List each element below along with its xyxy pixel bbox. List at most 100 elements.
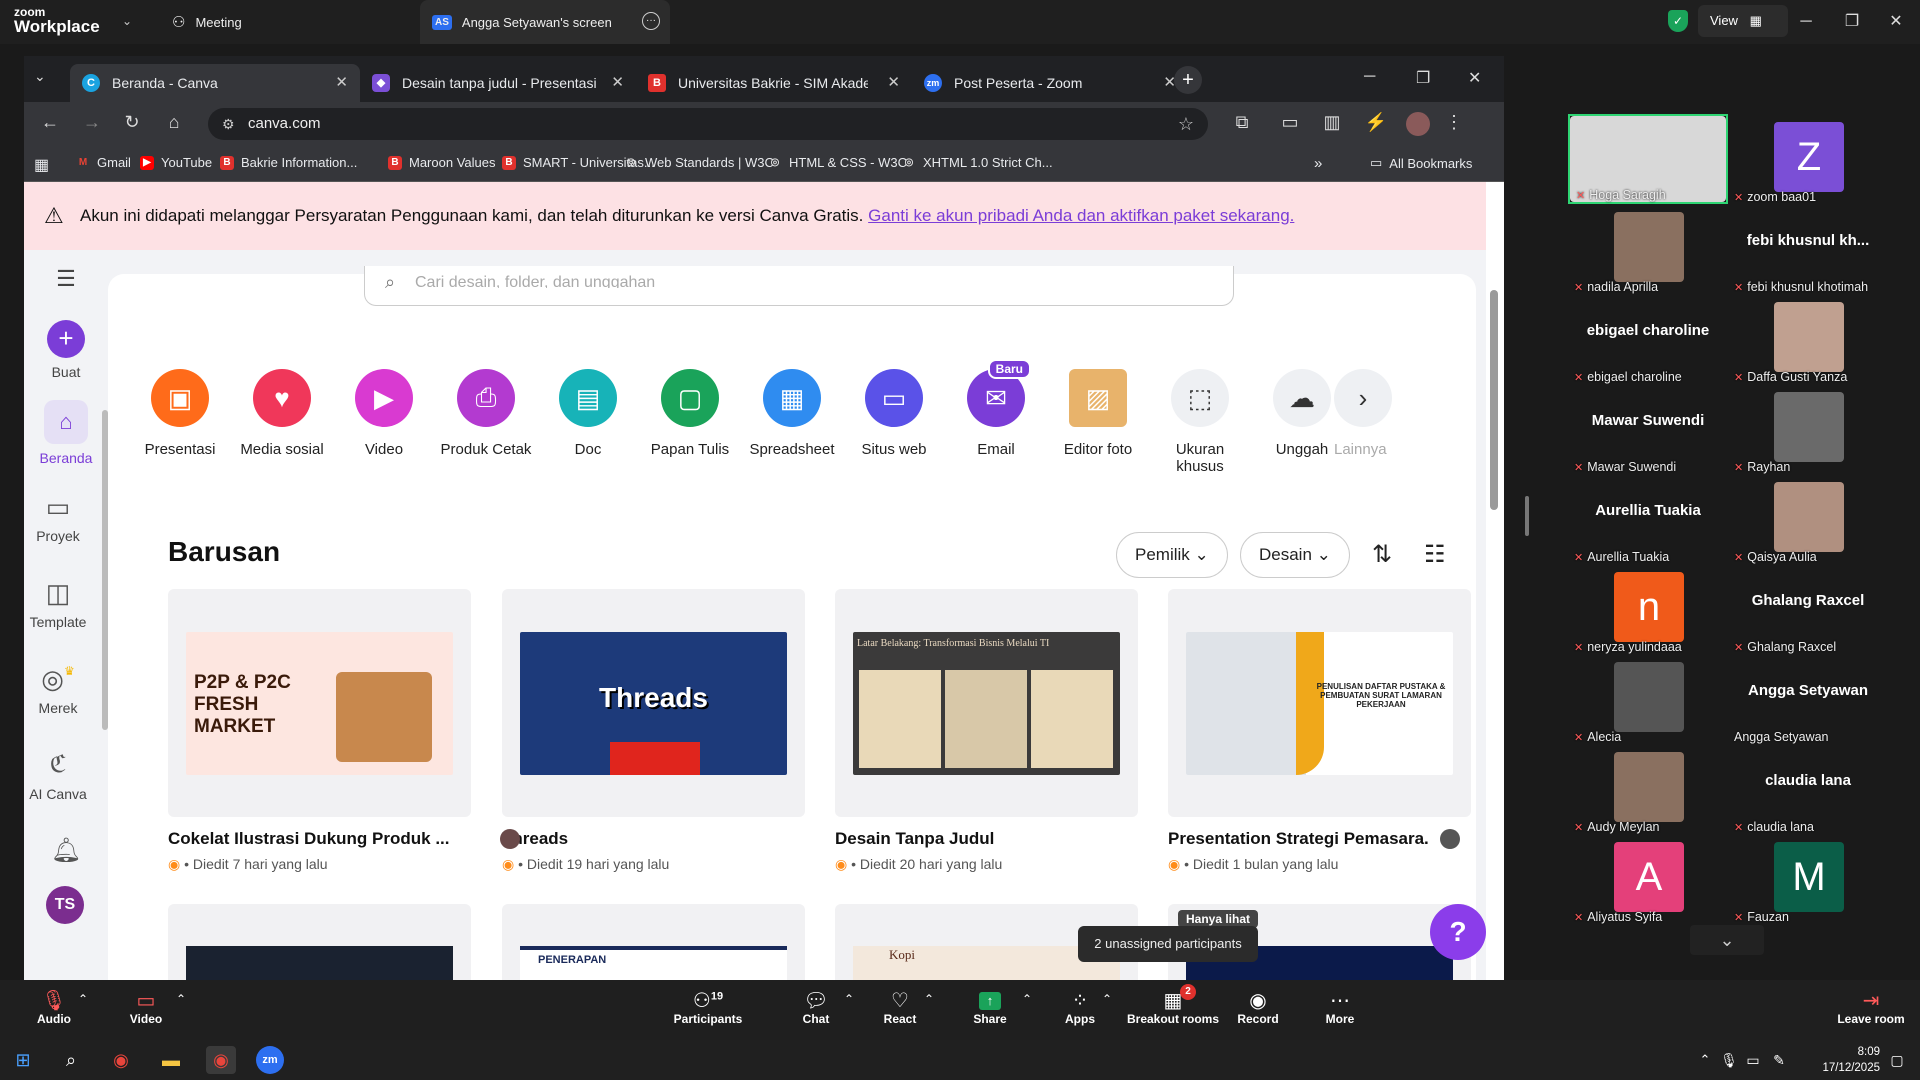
react-options-chevron-icon[interactable]: ⌃ — [924, 992, 934, 1006]
browser-tab-1[interactable]: ◆ Desain tanpa judul - Presentasi ✕ — [360, 64, 636, 102]
restore-icon[interactable]: ❐ — [1416, 68, 1430, 88]
participant-tile[interactable]: Aurellia Tuakia ✕ Aurellia Tuakia — [1568, 474, 1728, 564]
back-icon[interactable]: ← — [38, 112, 62, 133]
design-card-title[interactable]: Presentation Strategi Pemasara... — [1168, 829, 1428, 849]
search-icon[interactable]: ⌕ — [56, 1046, 86, 1074]
share-button[interactable]: ↑ Share — [972, 988, 1008, 1026]
participant-tile[interactable]: A ✕ Aliyatus Syifa — [1568, 834, 1728, 924]
category-photo-editor[interactable]: ▨ Editor foto — [1048, 369, 1148, 458]
design-card-5[interactable]: PENERAPAN — [502, 904, 805, 980]
windows-start-icon[interactable]: ⊞ — [8, 1046, 38, 1074]
close-tab-icon[interactable]: ✕ — [887, 73, 900, 91]
sidebar-item-ai[interactable]: ℭ AI Canva — [24, 750, 100, 802]
banner-link[interactable]: Ganti ke akun pribadi Anda dan aktifkan … — [868, 206, 1294, 225]
audio-button[interactable]: 🎙︎ Audio — [32, 988, 76, 1026]
browser-tab-3[interactable]: zm Post Peserta - Zoom ✕ — [912, 64, 1188, 102]
apps-grid-icon[interactable]: ▦ — [34, 155, 49, 175]
participant-tile[interactable]: Angga Setyawan Angga Setyawan — [1728, 654, 1888, 744]
sidebar-item-create[interactable]: + Buat — [24, 320, 108, 380]
cast-icon[interactable]: ▭ — [1278, 112, 1302, 133]
owner-filter[interactable]: Pemilik ⌄ — [1116, 532, 1228, 578]
participant-tile[interactable]: M ✕ Fauzan — [1728, 834, 1888, 924]
more-button[interactable]: ⋯ More — [1322, 988, 1358, 1026]
sidepanel-icon[interactable]: ▥ — [1320, 112, 1344, 133]
participant-tile[interactable]: ✕ Alecia — [1568, 654, 1728, 744]
participant-tile[interactable]: Mawar Suwendi ✕ Mawar Suwendi — [1568, 384, 1728, 474]
site-info-icon[interactable]: ⚙ — [222, 108, 235, 140]
design-card-3[interactable]: PENULISAN DAFTAR PUSTAKA & PEMBUATAN SUR… — [1168, 589, 1471, 817]
audio-options-chevron-icon[interactable]: ⌃ — [78, 992, 88, 1006]
bookmark-star-icon[interactable]: ☆ — [1178, 108, 1194, 140]
new-tab-icon[interactable]: + — [1174, 66, 1202, 94]
design-card-2[interactable]: Latar Belakang: Transformasi Bisnis Mela… — [835, 589, 1138, 817]
category-social-media[interactable]: ♥ Media sosial — [232, 369, 332, 458]
pen-icon[interactable]: ✎ — [1764, 1046, 1794, 1074]
more-bookmarks-icon[interactable]: » — [1314, 155, 1322, 172]
design-card-title[interactable]: Desain Tanpa Judul — [835, 829, 1138, 849]
participant-tile[interactable]: ✕ Rayhan — [1728, 384, 1888, 474]
design-card-title[interactable]: Threads — [502, 829, 805, 849]
design-card-1[interactable]: Threads — [502, 589, 805, 817]
close-icon[interactable]: ✕ — [1468, 68, 1481, 88]
category-spreadsheet[interactable]: ▦ Spreadsheet — [742, 369, 842, 458]
chat-options-chevron-icon[interactable]: ⌃ — [844, 992, 854, 1006]
category-more[interactable]: › Lainnya — [1334, 369, 1392, 458]
participants-button[interactable]: ⚇19 Participants — [668, 988, 748, 1026]
tab-meeting[interactable]: ⚇ Meeting — [168, 0, 408, 44]
close-tab-icon[interactable]: ✕ — [611, 73, 624, 91]
participant-tile[interactable]: ebigael charoline ✕ ebigael charoline — [1568, 294, 1728, 384]
participant-tile[interactable]: ✕ Daffa Gusti Yanza — [1728, 294, 1888, 384]
chrome-active-icon[interactable]: ◉ — [206, 1046, 236, 1074]
bookmark-7[interactable]: ◎ XHTML 1.0 Strict Ch... — [902, 155, 1053, 170]
sidebar-item-templates[interactable]: ◫ Template — [24, 578, 100, 630]
video-button[interactable]: ▭ Video — [124, 988, 168, 1026]
design-card-title[interactable]: Cokelat Ilustrasi Dukung Produk ... — [168, 829, 471, 849]
video-options-chevron-icon[interactable]: ⌃ — [176, 992, 186, 1006]
zoom-app-icon[interactable]: zm — [256, 1046, 284, 1074]
chevron-down-icon[interactable]: ⌄ — [122, 14, 132, 28]
apps-button[interactable]: ⁘ Apps — [1062, 988, 1098, 1026]
share-options-chevron-icon[interactable]: ⌃ — [1022, 992, 1032, 1006]
participant-tile[interactable]: ✕ Audy Meylan — [1568, 744, 1728, 834]
url-input[interactable]: ⚙ canva.com ☆ — [208, 108, 1208, 140]
tab-shared-screen[interactable]: AS Angga Setyawan's screen ··· — [420, 0, 670, 44]
chrome-icon[interactable]: ◉ — [106, 1046, 136, 1074]
type-filter[interactable]: Desain ⌄ — [1240, 532, 1350, 578]
home-icon[interactable]: ⌂ — [162, 112, 186, 133]
browser-tab-2[interactable]: B Universitas Bakrie - SIM Akadem ✕ — [636, 64, 912, 102]
bookmark-3[interactable]: B Maroon Values — [388, 155, 495, 170]
sidebar-item-projects[interactable]: ▭ Proyek — [24, 492, 100, 544]
browser-tab-0[interactable]: C Beranda - Canva ✕ — [70, 64, 360, 102]
apps-options-chevron-icon[interactable]: ⌃ — [1102, 992, 1112, 1006]
participant-tile[interactable]: claudia lana ✕ claudia lana — [1728, 744, 1888, 834]
bookmark-1[interactable]: ▶ YouTube — [140, 155, 212, 170]
chat-button[interactable]: 💬︎ Chat — [798, 988, 834, 1026]
help-button[interactable]: ? — [1430, 904, 1486, 960]
file-explorer-icon[interactable]: ▬ — [156, 1046, 186, 1074]
performance-icon[interactable]: ⚡ — [1364, 112, 1388, 133]
notification-icon[interactable]: ▢ — [1882, 1046, 1912, 1074]
chevron-down-icon[interactable]: ⌄ — [1690, 925, 1764, 955]
participant-tile[interactable]: ✕ Qaisya Aulia — [1728, 474, 1888, 564]
minimize-icon[interactable]: ─ — [1364, 68, 1375, 86]
all-bookmarks[interactable]: ▭ All Bookmarks — [1370, 155, 1472, 171]
restore-icon[interactable]: ❐ — [1836, 8, 1868, 36]
extensions-icon[interactable]: ⧉ — [1230, 112, 1254, 133]
sort-icon[interactable]: ⇅ — [1372, 540, 1392, 569]
category-website[interactable]: ▭ Situs web — [844, 369, 944, 458]
bookmark-6[interactable]: ◎ HTML & CSS - W3C — [768, 155, 907, 170]
record-button[interactable]: ◉ Record — [1236, 988, 1280, 1026]
participant-tile[interactable]: n ✕ neryza yulindaaa — [1568, 564, 1728, 654]
close-tab-icon[interactable]: ✕ — [335, 73, 348, 91]
forward-icon[interactable]: → — [80, 112, 104, 133]
participant-tile[interactable]: ✕ nadila Aprilla — [1568, 204, 1728, 294]
profile-avatar[interactable] — [1406, 112, 1430, 136]
clock[interactable]: 8:09 17/12/2025 — [1800, 1044, 1880, 1076]
category-custom-size[interactable]: ⬚ Ukuran khusus — [1150, 369, 1250, 475]
user-avatar[interactable]: TS — [46, 886, 84, 924]
bookmark-2[interactable]: B Bakrie Information... — [220, 155, 357, 170]
bookmark-5[interactable]: ◎ Web Standards | W3C — [624, 155, 774, 170]
design-card-0[interactable]: P2P & P2C FRESH MARKET — [168, 589, 471, 817]
more-options-icon[interactable]: ··· — [642, 12, 660, 30]
tab-search-icon[interactable]: ⌄ — [34, 68, 46, 85]
